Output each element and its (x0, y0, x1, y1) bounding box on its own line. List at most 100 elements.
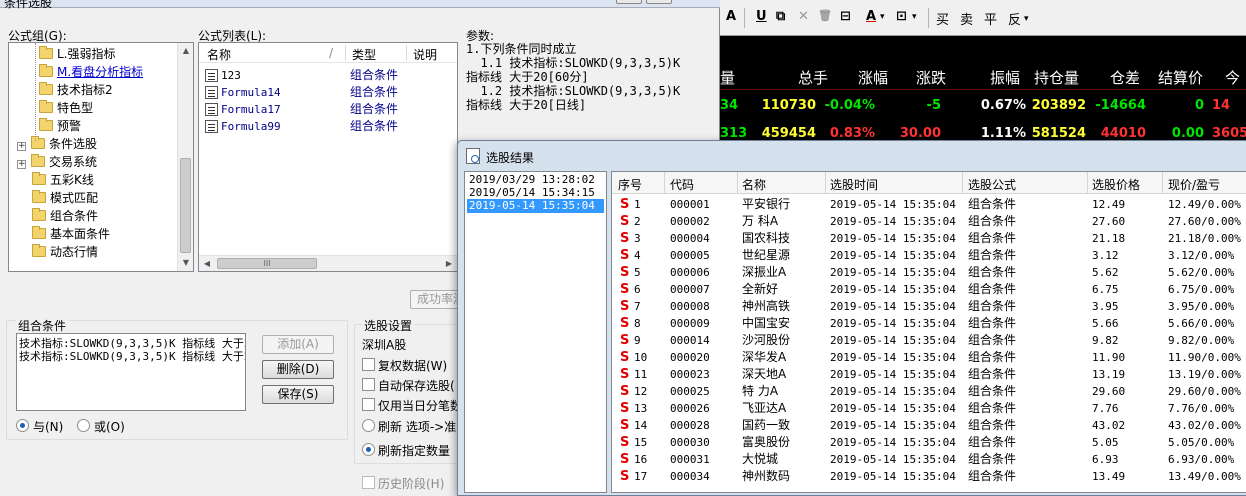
quote-column-header[interactable]: 仓差 (1110, 67, 1140, 88)
quote-column-header[interactable]: 涨幅 (858, 67, 888, 88)
result-table-row[interactable]: S 10 000020 深华发A 2019-05-14 15:35:04 组合条件 11.9… (612, 349, 1246, 366)
market-selector[interactable]: 深圳A股 (362, 336, 406, 353)
result-table-row[interactable]: S 4 000005 世纪星源 2019-05-14 15:35:04 组合条件 3.12 3… (612, 247, 1246, 264)
result-column-header[interactable]: 选股公式 (968, 176, 1016, 193)
formula-row[interactable]: Formula17 组合条件 (199, 101, 457, 118)
history-checkbox[interactable] (362, 476, 375, 489)
tree-item[interactable]: L.强弱指标 (39, 45, 116, 63)
refresh-count-radio[interactable] (362, 443, 375, 456)
text-tool-icon[interactable]: A (726, 9, 736, 24)
quote-column-header[interactable]: 今 (1225, 67, 1240, 88)
add-button[interactable]: 添加(A) (262, 335, 334, 354)
scroll-thumb[interactable] (180, 158, 191, 253)
reverse-button[interactable]: 反 (1008, 9, 1021, 28)
tree-item[interactable]: M.看盘分析指标 (39, 63, 143, 81)
formula-row[interactable]: Formula99 组合条件 (199, 118, 457, 135)
and-radio[interactable] (16, 419, 29, 432)
result-table-row[interactable]: S 3 000004 国农科技 2019-05-14 15:35:04 组合条件 21.18… (612, 230, 1246, 247)
expand-plus-icon[interactable]: + (17, 142, 26, 151)
tree-item[interactable]: + 交易系统 (17, 153, 97, 171)
chevron-down-icon[interactable]: ▾ (1024, 14, 1029, 24)
delete-button[interactable]: 删除(D) (262, 360, 334, 379)
chevron-down-icon[interactable]: ▾ (912, 12, 917, 22)
quote-column-header[interactable]: 总手 (798, 67, 828, 88)
result-table-row[interactable]: S 1 000001 平安银行 2019-05-14 15:35:04 组合条件 12.49… (612, 196, 1246, 213)
quote-column-header[interactable]: 持仓量 (1034, 67, 1079, 88)
result-table[interactable]: 序号 代码 名称 选股时间 选股公式 选股价格 现价/盈亏 S 1 000001 平安银行 2019… (611, 171, 1246, 493)
result-table-row[interactable]: S 17 000034 神州数码 2019-05-14 15:35:04 组合条件 13.4… (612, 468, 1246, 485)
col-type[interactable]: 类型 (352, 46, 376, 63)
col-desc[interactable]: 说明 (413, 46, 437, 63)
scroll-up-arrow-icon[interactable]: ▲ (178, 43, 194, 59)
result-column-header[interactable]: 选股时间 (830, 176, 878, 193)
formula-row[interactable]: Formula14 组合条件 (199, 84, 457, 101)
scroll-right-arrow-icon[interactable]: ▶ (441, 256, 457, 271)
close-position-button[interactable]: 平 (984, 9, 997, 28)
result-date-list[interactable]: 2019/03/29 13:28:02 2019/05/14 15:34:15 20… (464, 171, 607, 493)
sell-button[interactable]: 卖 (960, 9, 973, 28)
expand-plus-icon[interactable]: + (17, 160, 26, 169)
result-table-row[interactable]: S 6 000007 全新好 2019-05-14 15:35:04 组合条件 6.75 6.… (612, 281, 1246, 298)
result-table-row[interactable]: S 16 000031 大悦城 2019-05-14 15:35:04 组合条件 6.93 6… (612, 451, 1246, 468)
formula-group-tree[interactable]: L.强弱指标 M.看盘分析指标 技术指标2 特色型 预警 + 条件选股 + 交易系统 五彩K线 模式… (8, 42, 194, 272)
or-radio[interactable] (77, 419, 90, 432)
tree-vertical-scrollbar[interactable]: ▲ ▼ (177, 43, 193, 271)
today-only-checkbox[interactable] (362, 398, 375, 411)
copy-icon[interactable]: ⧉ (776, 9, 785, 24)
trash-icon[interactable]: 🗑 (818, 9, 832, 22)
save-template-icon[interactable]: ⊡ (896, 9, 907, 24)
result-column-header[interactable]: 选股价格 (1092, 176, 1140, 193)
minimize-button[interactable] (616, 0, 642, 4)
close-icon[interactable]: ✕ (798, 9, 809, 24)
save-button[interactable]: 保存(S) (262, 385, 334, 404)
scroll-down-arrow-icon[interactable]: ▼ (178, 255, 194, 271)
buy-button[interactable]: 买 (936, 9, 949, 28)
quote-column-header[interactable]: 量 (720, 67, 735, 88)
maximize-button[interactable] (646, 0, 672, 4)
result-table-row[interactable]: S 5 000006 深振业A 2019-05-14 15:35:04 组合条件 5.62 5… (612, 264, 1246, 281)
result-column-header[interactable]: 序号 (618, 176, 642, 193)
tree-item[interactable]: 五彩K线 (17, 171, 94, 189)
result-table-row[interactable]: S 7 000008 神州高铁 2019-05-14 15:35:04 组合条件 3.95 3… (612, 298, 1246, 315)
result-table-row[interactable]: S 12 000025 特 力A 2019-05-14 15:35:04 组合条件 29.6… (612, 383, 1246, 400)
tree-item[interactable]: + 条件选股 (17, 135, 97, 153)
font-color-icon[interactable]: A (866, 9, 876, 24)
result-table-row[interactable]: S 8 000009 中国宝安 2019-05-14 15:35:04 组合条件 5.66 5… (612, 315, 1246, 332)
lock-icon[interactable]: ⊟ (840, 9, 851, 24)
result-table-row[interactable]: S 14 000028 国药一致 2019-05-14 15:35:04 组合条件 43.0… (612, 417, 1246, 434)
result-table-row[interactable]: S 9 000014 沙河股份 2019-05-14 15:35:04 组合条件 9.82 9… (612, 332, 1246, 349)
tree-item[interactable]: 特色型 (39, 99, 93, 117)
tree-item[interactable]: 动态行情 (17, 243, 98, 261)
formula-list-horizontal-scrollbar[interactable]: ◀ III ▶ (199, 255, 457, 271)
result-date-item[interactable]: 2019/05/14 15:34:15 (467, 186, 604, 200)
result-table-row[interactable]: S 13 000026 飞亚达A 2019-05-14 15:35:04 组合条件 7.76… (612, 400, 1246, 417)
quote-column-header[interactable]: 涨跌 (916, 67, 946, 88)
result-column-header[interactable]: 现价/盈亏 (1168, 176, 1220, 193)
result-date-item[interactable]: 2019/03/29 13:28:02 (467, 173, 604, 187)
underline-icon[interactable]: U (756, 9, 767, 24)
result-table-row[interactable]: S 11 000023 深天地A 2019-05-14 15:35:04 组合条件 13.1… (612, 366, 1246, 383)
result-table-row[interactable]: S 2 000002 万 科A 2019-05-14 15:35:04 组合条件 27.60… (612, 213, 1246, 230)
scroll-left-arrow-icon[interactable]: ◀ (199, 256, 215, 271)
combo-condition-list[interactable]: 技术指标:SLOWKD(9,3,3,5)K 指标线 大于2 技术指标:SLOWK… (16, 333, 246, 411)
refresh-options-radio[interactable] (362, 419, 375, 432)
result-column-header[interactable]: 代码 (670, 176, 694, 193)
quote-column-header[interactable]: 振幅 (990, 67, 1020, 88)
scroll-thumb[interactable]: III (217, 258, 317, 269)
result-date-item[interactable]: 2019-05-14 15:35:04 (467, 199, 604, 213)
col-name[interactable]: 名称 (207, 46, 231, 63)
result-column-header[interactable]: 名称 (742, 176, 766, 193)
auto-save-checkbox[interactable] (362, 378, 375, 391)
quote-column-header[interactable]: 结算价 (1158, 67, 1203, 88)
chevron-down-icon[interactable]: ▾ (880, 12, 885, 22)
tree-item[interactable]: 基本面条件 (17, 225, 110, 243)
fuquan-data-checkbox[interactable] (362, 358, 375, 371)
result-table-row[interactable]: S 15 000030 富奥股份 2019-05-14 15:35:04 组合条件 5.05… (612, 434, 1246, 451)
tree-item[interactable]: 组合条件 (17, 207, 98, 225)
tree-item[interactable]: 预警 (39, 117, 81, 135)
combo-condition-line[interactable]: 技术指标:SLOWKD(9,3,3,5)K 指标线 大于2 (19, 348, 245, 364)
formula-row[interactable]: 123 组合条件 (199, 67, 457, 84)
formula-list[interactable]: 名称 / 类型 说明 123 组合条件 Formula14 组合条件 Formula17… (198, 42, 458, 272)
tree-item[interactable]: 技术指标2 (39, 81, 113, 99)
tree-item[interactable]: 模式匹配 (17, 189, 98, 207)
